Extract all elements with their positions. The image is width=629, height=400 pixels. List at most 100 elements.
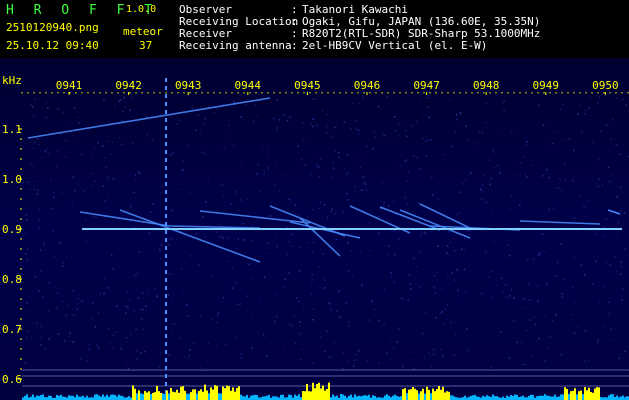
noise-dot bbox=[310, 123, 312, 125]
noise-dot bbox=[203, 233, 205, 236]
noise-dot bbox=[401, 365, 404, 368]
noise-dot bbox=[449, 241, 452, 244]
noise-dot bbox=[419, 286, 421, 289]
noise-dot bbox=[40, 337, 43, 339]
noise-dot bbox=[32, 115, 35, 118]
noise-dot bbox=[111, 254, 113, 256]
noise-dot bbox=[125, 364, 127, 366]
noise-dot bbox=[380, 181, 383, 184]
noise-dot bbox=[358, 133, 360, 135]
activity-bar bbox=[542, 395, 544, 400]
activity-bar bbox=[360, 396, 362, 400]
activity-bar bbox=[282, 394, 284, 400]
noise-dot bbox=[213, 111, 215, 114]
noise-dot bbox=[567, 235, 569, 237]
noise-dot bbox=[508, 255, 511, 257]
noise-dot bbox=[231, 267, 233, 269]
activity-bar bbox=[266, 395, 268, 400]
noise-dot bbox=[596, 341, 599, 344]
noise-dot bbox=[561, 296, 563, 298]
noise-dot bbox=[604, 235, 606, 238]
noise-dot bbox=[406, 180, 409, 182]
noise-dot bbox=[416, 156, 418, 159]
activity-bar bbox=[50, 395, 52, 400]
noise-dot bbox=[36, 322, 38, 324]
noise-dot bbox=[256, 114, 258, 117]
activity-bar bbox=[114, 394, 116, 400]
noise-dot bbox=[383, 323, 385, 326]
noise-dot bbox=[354, 120, 357, 122]
noise-dot bbox=[435, 317, 437, 319]
activity-bar bbox=[254, 394, 256, 400]
noise-dot bbox=[34, 276, 37, 278]
noise-dot bbox=[316, 164, 318, 166]
noise-dot bbox=[324, 350, 326, 352]
noise-dot bbox=[140, 318, 143, 320]
activity-bar bbox=[578, 391, 580, 400]
noise-dot bbox=[525, 329, 528, 332]
noise-dot bbox=[623, 212, 626, 214]
noise-dot bbox=[413, 155, 415, 158]
noise-dot bbox=[259, 190, 262, 193]
activity-bar bbox=[364, 395, 366, 400]
noise-dot bbox=[120, 143, 123, 146]
noise-dot bbox=[443, 322, 446, 325]
noise-dot bbox=[182, 168, 184, 171]
activity-bar bbox=[354, 394, 356, 400]
noise-dot bbox=[137, 272, 139, 274]
noise-dot bbox=[206, 361, 209, 364]
activity-bar bbox=[438, 386, 440, 400]
noise-dot bbox=[432, 194, 434, 196]
noise-dot bbox=[329, 303, 331, 305]
activity-bar bbox=[394, 394, 396, 400]
activity-bar bbox=[426, 386, 428, 400]
noise-dot bbox=[152, 203, 155, 205]
noise-dot bbox=[233, 144, 235, 146]
noise-dot bbox=[204, 153, 206, 155]
noise-dot bbox=[84, 219, 87, 221]
noise-dot bbox=[613, 144, 616, 146]
noise-dot bbox=[603, 226, 605, 229]
noise-dot bbox=[142, 308, 144, 311]
receiver-label: Receiver bbox=[179, 27, 232, 40]
noise-dot bbox=[579, 195, 581, 197]
noise-dot bbox=[145, 305, 147, 307]
noise-dot bbox=[504, 109, 506, 112]
noise-dot bbox=[465, 290, 467, 293]
noise-dot bbox=[404, 160, 406, 162]
noise-dot bbox=[441, 311, 443, 313]
noise-dot bbox=[440, 348, 442, 351]
noise-dot bbox=[378, 232, 380, 234]
noise-dot bbox=[159, 258, 162, 260]
noise-dot bbox=[361, 189, 363, 191]
noise-dot bbox=[112, 335, 114, 337]
noise-dot bbox=[276, 162, 278, 164]
noise-dot bbox=[77, 298, 79, 300]
noise-dot bbox=[40, 325, 43, 327]
noise-dot bbox=[607, 193, 609, 196]
noise-dot bbox=[125, 312, 127, 314]
activity-bar bbox=[190, 392, 192, 400]
noise-dot bbox=[392, 347, 395, 349]
noise-dot bbox=[534, 323, 536, 326]
noise-dot bbox=[330, 356, 332, 358]
noise-dot bbox=[620, 265, 622, 267]
noise-dot bbox=[236, 303, 239, 306]
noise-dot bbox=[47, 282, 50, 284]
noise-dot bbox=[454, 333, 457, 335]
x-tick-label: 0944 bbox=[235, 79, 262, 92]
activity-bar bbox=[392, 395, 394, 400]
noise-dot bbox=[351, 102, 353, 105]
noise-dot bbox=[251, 346, 253, 349]
noise-dot bbox=[251, 240, 253, 242]
activity-bar bbox=[626, 396, 628, 400]
noise-dot bbox=[334, 149, 336, 152]
header-panel: H R O F F T 1.0.0 2510120940.png meteor … bbox=[0, 0, 629, 58]
noise-dot bbox=[541, 233, 544, 235]
activity-bar bbox=[522, 395, 524, 400]
activity-bar bbox=[496, 396, 498, 400]
activity-bar bbox=[554, 394, 556, 400]
noise-dot bbox=[336, 310, 338, 312]
activity-bar bbox=[302, 391, 304, 400]
noise-dot bbox=[461, 248, 463, 251]
